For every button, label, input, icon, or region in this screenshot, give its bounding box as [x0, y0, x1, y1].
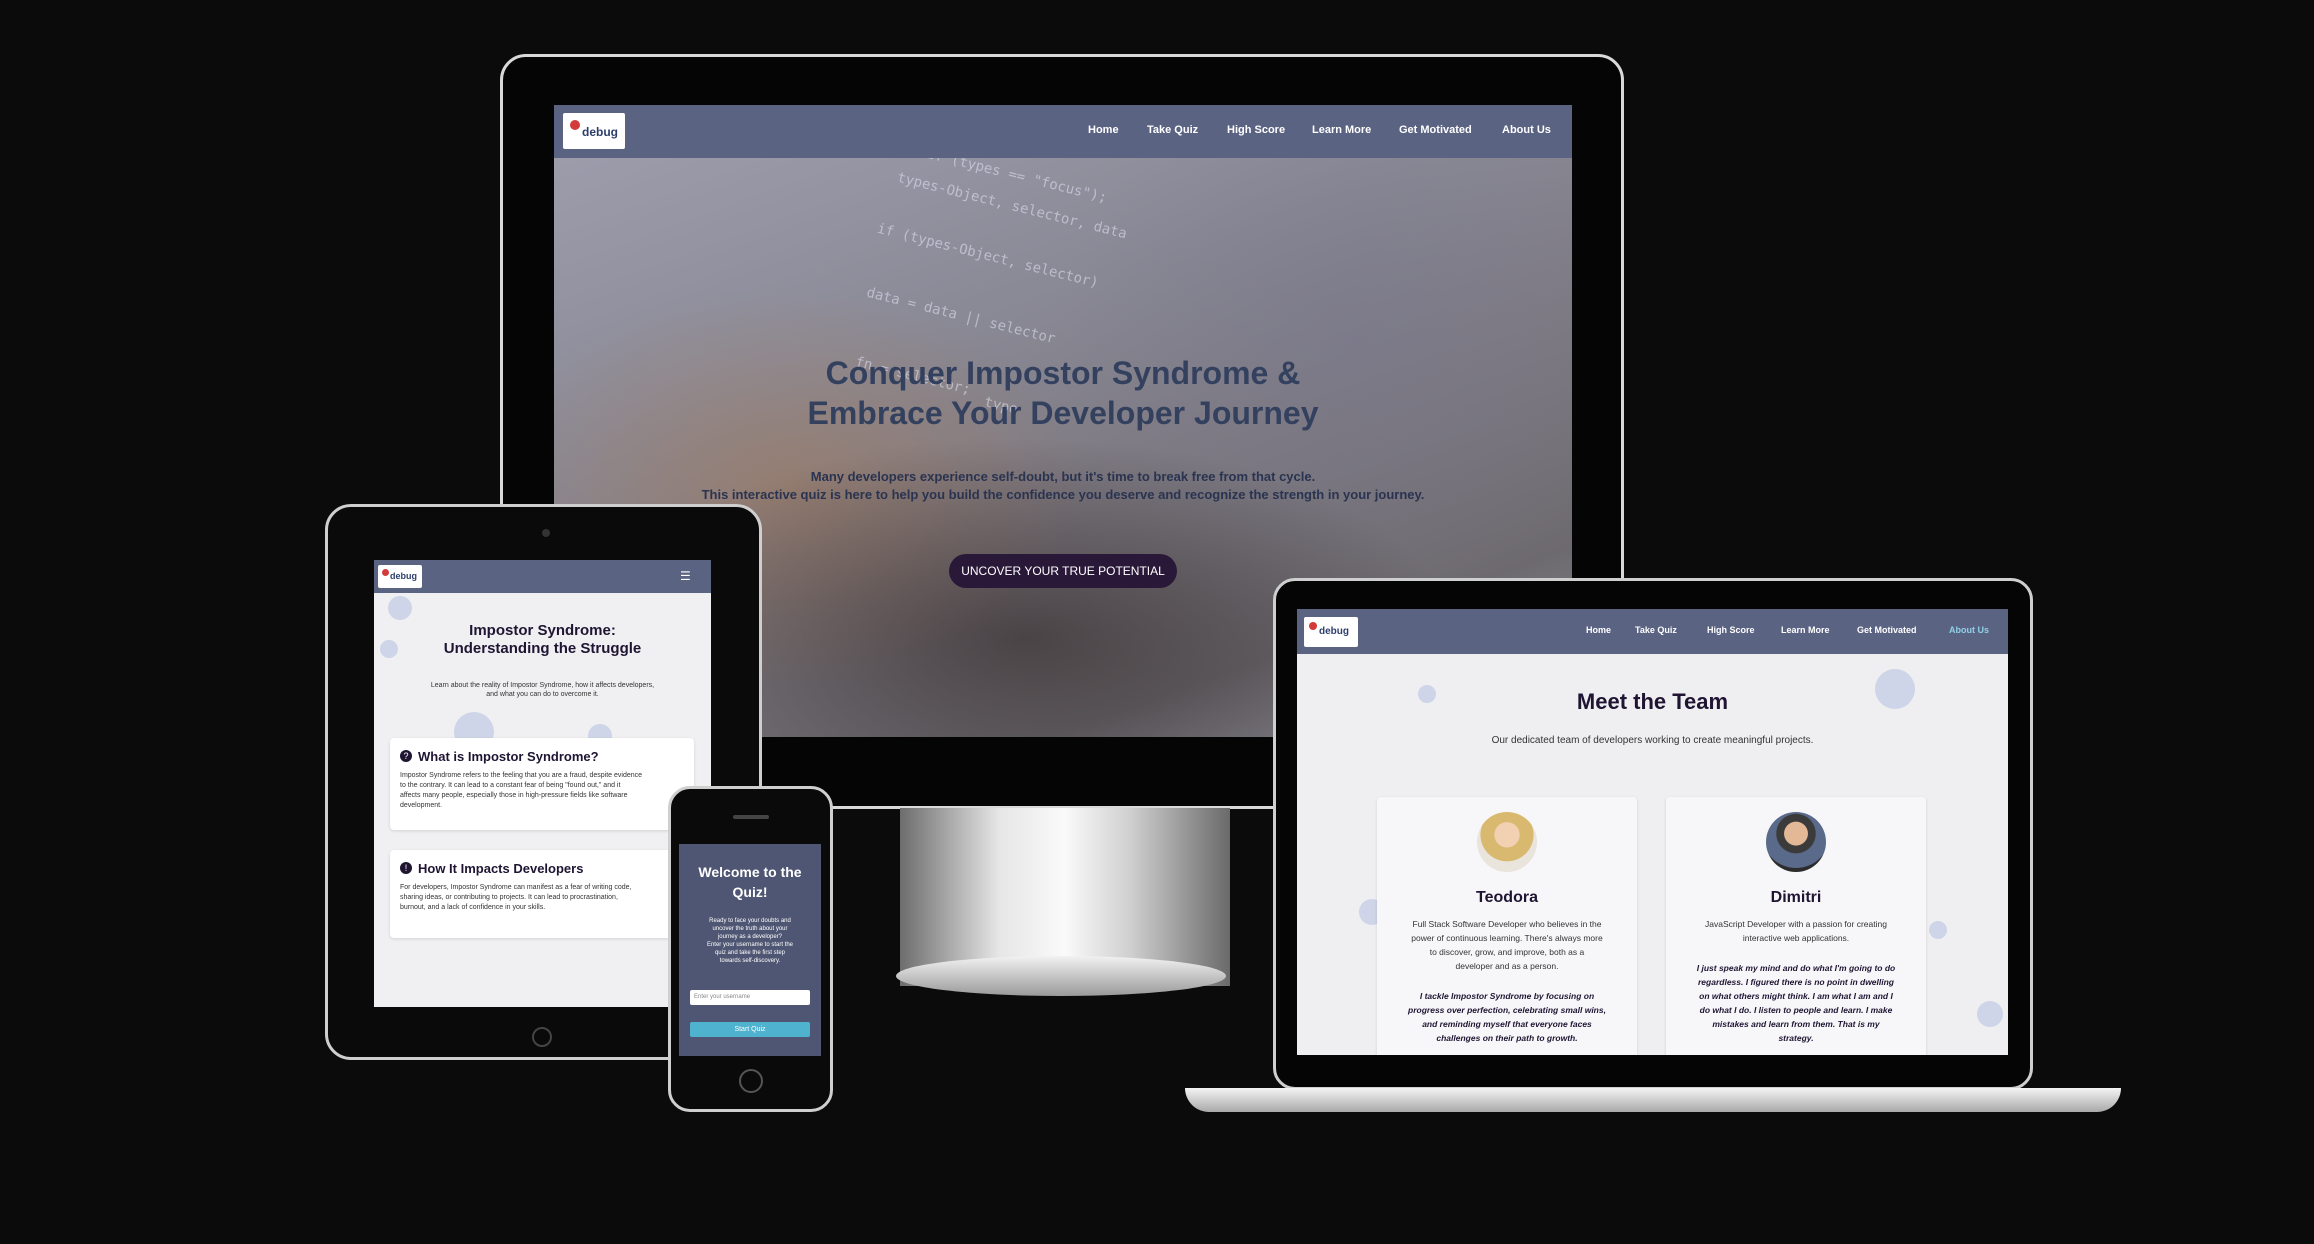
nav-high-score[interactable]: High Score: [1227, 124, 1285, 136]
hero-title-line-1: Conquer Impostor Syndrome &: [825, 355, 1301, 391]
card-text-line: to the contrary. It can lead to a consta…: [400, 782, 621, 789]
member-bio-line: to discover, grow, and improve, both as …: [1429, 947, 1585, 957]
member-name: Teodora: [1476, 889, 1538, 906]
member-quote-line: I tackle Impostor Syndrome by focusing o…: [1419, 991, 1595, 1001]
member-bio-line: Full Stack Software Developer who believ…: [1412, 919, 1602, 929]
username-input[interactable]: Enter your username: [690, 990, 810, 1005]
nav-high-score[interactable]: High Score: [1707, 625, 1755, 635]
tablet-intro-line-2: and what you can do to overcome it.: [486, 691, 599, 698]
member-quote-line: do what I do. I listen to people and lea…: [1699, 1005, 1893, 1015]
tablet-navbar: debug ☰: [374, 560, 711, 593]
start-quiz-button[interactable]: Start Quiz: [690, 1022, 810, 1037]
phone-screen: Welcome to the Quiz! Ready to face your …: [679, 844, 821, 1056]
nav-get-motivated[interactable]: Get Motivated: [1399, 124, 1472, 136]
decor-bubble: [1929, 921, 1947, 939]
team-card-dimitri: Dimitri JavaScript Developer with a pass…: [1666, 797, 1926, 1055]
card-heading: What is Impostor Syndrome?: [418, 749, 599, 764]
phone-home-button[interactable]: [739, 1069, 763, 1093]
tablet-title-line-1: Impostor Syndrome:: [469, 622, 616, 639]
logo[interactable]: debug: [563, 113, 625, 149]
laptop-screen: debug Home Take Quiz High Score Learn Mo…: [1297, 609, 2008, 1055]
phone-text-line: quiz and take the first step: [714, 950, 786, 956]
member-bio-line: power of continuous learning. There's al…: [1411, 933, 1603, 943]
nav-home[interactable]: Home: [1586, 625, 1611, 635]
card-text-line: affects many people, especially those in…: [400, 792, 628, 799]
phone-text-line: Enter your username to start the: [706, 942, 794, 948]
member-quote-line: strategy.: [1778, 1033, 1814, 1043]
cta-button[interactable]: UNCOVER YOUR TRUE POTENTIAL: [949, 554, 1177, 588]
laptop-navbar: debug Home Take Quiz High Score Learn Mo…: [1297, 609, 2008, 654]
decor-bubble: [1977, 1001, 2003, 1027]
logo-icon: [1309, 622, 1317, 630]
hamburger-menu-icon[interactable]: ☰: [680, 570, 694, 582]
team-subtitle: Our dedicated team of developers working…: [1491, 735, 1814, 746]
hero-title-line-2: Embrace Your Developer Journey: [807, 395, 1319, 431]
phone-speaker: [733, 815, 769, 819]
phone-title-line-1: Welcome to the: [698, 864, 802, 880]
phone-title-line-2: Quiz!: [732, 884, 768, 900]
hero-subtitle-line-1: Many developers experience self-doubt, b…: [810, 469, 1316, 484]
nav-take-quiz[interactable]: Take Quiz: [1635, 625, 1677, 635]
question-circle-icon: ?: [400, 750, 412, 762]
card-text-line: Impostor Syndrome refers to the feeling …: [400, 772, 643, 779]
member-bio-line: interactive web applications.: [1742, 933, 1850, 943]
nav-take-quiz[interactable]: Take Quiz: [1147, 124, 1198, 136]
nav-get-motivated[interactable]: Get Motivated: [1857, 625, 1917, 635]
info-card-what-is: ? What is Impostor Syndrome? Impostor Sy…: [390, 738, 694, 830]
logo-text: debug: [390, 571, 417, 581]
logo-text: debug: [582, 125, 618, 139]
avatar: [1477, 812, 1537, 872]
member-quote-line: mistakes and learn from them. That is my: [1712, 1019, 1880, 1029]
card-heading: How It Impacts Developers: [418, 861, 584, 876]
phone-text-line: journey as a developer?: [717, 934, 783, 940]
card-text-line: sharing ideas, or contributing to projec…: [400, 894, 618, 901]
tablet-screen: debug ☰ Impostor Syndrome: Understanding…: [374, 560, 711, 1007]
hero-subtitle-line-2: This interactive quiz is here to help yo…: [701, 487, 1425, 502]
avatar: [1766, 812, 1826, 872]
exclamation-circle-icon: !: [400, 862, 412, 874]
logo-text: debug: [1319, 626, 1349, 637]
tablet-logo[interactable]: debug: [378, 565, 422, 588]
monitor-stand-base: [896, 956, 1226, 996]
card-text-line: For developers, Impostor Syndrome can ma…: [400, 884, 632, 891]
desktop-navbar: debug Home Take Quiz High Score Learn Mo…: [554, 105, 1572, 158]
tablet-intro-line-1: Learn about the reality of Impostor Synd…: [430, 682, 655, 689]
laptop-logo[interactable]: debug: [1304, 617, 1358, 647]
team-title: Meet the Team: [1576, 689, 1729, 714]
laptop-base: [1185, 1088, 2121, 1112]
decor-bubble: [388, 596, 412, 620]
logo-icon: [382, 569, 389, 576]
member-quote-line: regardless. I figured there is no point …: [1698, 977, 1894, 987]
member-quote-line: on what others might think. I am what I …: [1699, 991, 1893, 1001]
tablet-home-button[interactable]: [532, 1027, 552, 1047]
member-quote-line: progress over perfection, celebrating sm…: [1408, 1005, 1606, 1015]
member-quote-line: and reminding myself that everyone faces: [1422, 1019, 1592, 1029]
member-bio-line: developer and as a person.: [1455, 961, 1559, 971]
team-card-teodora: Teodora Full Stack Software Developer wh…: [1377, 797, 1637, 1055]
card-text-line: development.: [400, 802, 443, 809]
nav-about-us-active[interactable]: About Us: [1949, 625, 1989, 635]
nav-home[interactable]: Home: [1088, 124, 1119, 136]
member-quote-line: challenges on their path to growth.: [1436, 1033, 1578, 1043]
logo-icon: [570, 120, 580, 130]
phone-text-line: Ready to face your doubts and: [709, 918, 791, 924]
tablet-camera: [542, 529, 550, 537]
nav-learn-more[interactable]: Learn More: [1781, 625, 1830, 635]
phone-text-line: towards self-discovery.: [719, 958, 781, 964]
card-text-line: burnout, and a lack of confidence in you…: [400, 904, 546, 911]
member-quote-line: I just speak my mind and do what I'm goi…: [1696, 963, 1896, 973]
member-name: Dimitri: [1770, 889, 1822, 906]
tablet-title-line-2: Understanding the Struggle: [443, 640, 642, 657]
nav-learn-more[interactable]: Learn More: [1312, 124, 1371, 136]
nav-about-us[interactable]: About Us: [1502, 124, 1551, 136]
member-bio-line: JavaScript Developer with a passion for …: [1705, 919, 1887, 929]
info-card-impacts: ! How It Impacts Developers For develope…: [390, 850, 694, 938]
phone-text-line: uncover the truth about your: [712, 926, 788, 932]
